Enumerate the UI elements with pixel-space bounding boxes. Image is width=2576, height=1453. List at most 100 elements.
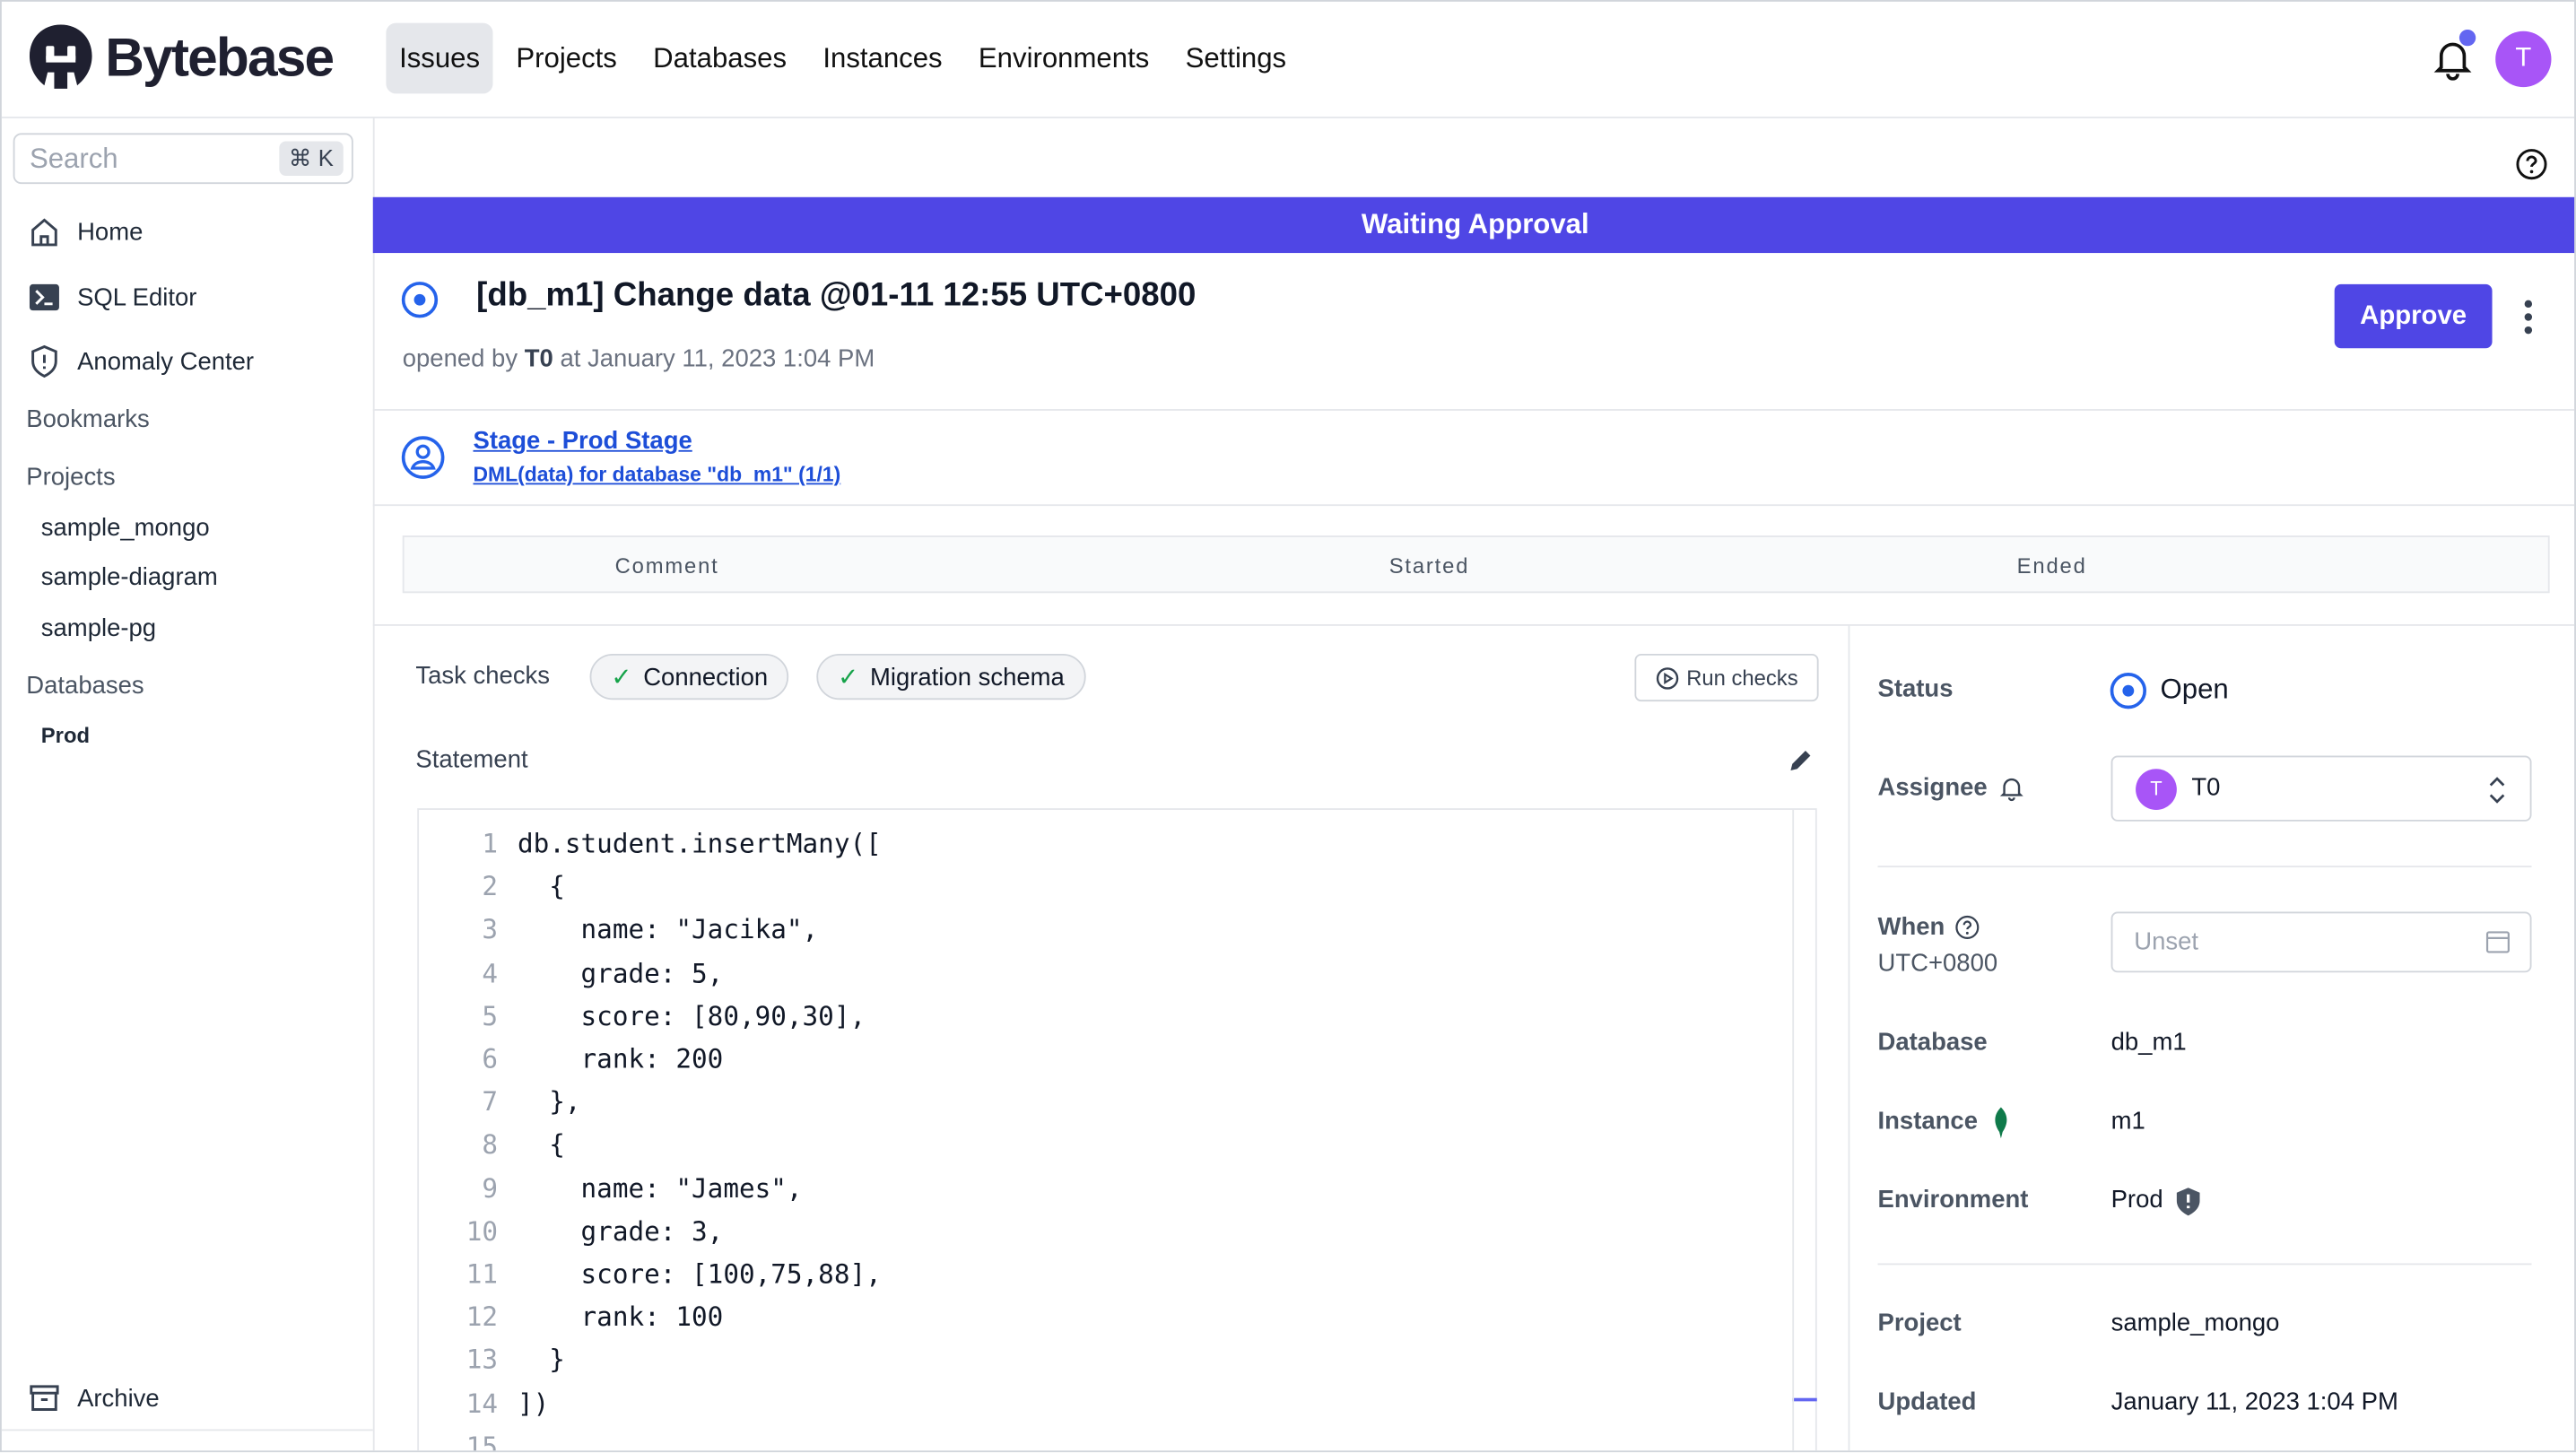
shield-alert-icon [2175,1188,2201,1223]
line-number: 8 [482,1129,498,1161]
when-timezone: UTC+0800 [1877,949,1998,978]
line-number: 5 [482,1000,498,1031]
opened-prefix: opened by [402,344,518,373]
stage-user-icon [401,435,445,488]
line-number: 10 [466,1215,498,1247]
divider [1,1429,373,1431]
edit-pencil-icon[interactable] [1786,746,1815,784]
assignee-label: Assignee [1877,773,1988,802]
line-number: 12 [466,1301,498,1333]
sidebar-project-item[interactable]: sample_mongo [41,514,210,542]
code-text: grade: 3, [517,1215,724,1247]
column-ended: Ended [2016,553,2087,579]
code-text: ]) [517,1387,550,1419]
project-label: Project [1877,1309,1962,1337]
help-icon[interactable] [2515,148,2548,189]
when-datetime-input[interactable]: Unset [2110,911,2532,973]
code-text: name: "James", [517,1172,803,1204]
sidebar: Search ⌘ K Home SQL Editor Anomaly Cente… [1,117,375,1451]
nav-settings[interactable]: Settings [1172,23,1300,94]
more-options-icon[interactable] [2519,298,2538,345]
code-text: score: [100,75,88], [517,1258,882,1290]
help-icon[interactable] [1955,915,1980,948]
sidebar-project-item[interactable]: sample-pg [41,614,156,642]
panel-divider [1848,624,1850,1451]
brand-name: Bytebase [105,26,335,88]
sidebar-item-archive[interactable]: Archive [28,1381,160,1414]
mongodb-leaf-icon [1991,1107,2011,1146]
approve-button[interactable]: Approve [2334,283,2493,349]
stage-link[interactable]: Stage - Prod Stage [474,427,692,455]
sidebar-project-item[interactable]: sample-diagram [41,563,218,591]
line-number: 4 [482,957,498,988]
statement-label: Statement [415,745,528,774]
sidebar-item-home[interactable]: Home [28,215,143,248]
search-shortcut: ⌘ K [278,141,344,176]
code-text: } [517,1344,565,1376]
line-number: 2 [482,871,498,902]
code-text: grade: 5, [517,957,724,988]
bytebase-logo-icon [29,24,92,89]
status-open-icon [2110,672,2147,718]
notification-bell-icon[interactable] [2433,29,2476,89]
search-input[interactable]: Search ⌘ K [13,133,353,185]
sidebar-item-anomaly-center[interactable]: Anomaly Center [28,344,255,378]
code-text: { [517,1129,565,1161]
archive-icon [30,1385,59,1411]
calendar-icon [2485,931,2510,953]
check-connection[interactable]: ✓ Connection [589,653,790,700]
project-value[interactable]: sample_mongo [2111,1309,2280,1337]
sidebar-item-label: SQL Editor [77,283,197,312]
notification-dot [2459,29,2476,47]
check-icon: ✓ [611,663,632,692]
nav-instances[interactable]: Instances [810,23,956,94]
check-migration-schema[interactable]: ✓ Migration schema [816,653,1086,700]
user-avatar[interactable]: T [2495,30,2552,88]
code-text: { [517,871,565,902]
statement-editor[interactable]: 1 db.student.insertMany([2 {3 name: "Jaci… [417,808,1817,1453]
line-number: 7 [482,1086,498,1118]
sidebar-item-label: Home [77,217,144,246]
divider [372,504,2575,507]
sidebar-item-label: Anomaly Center [77,347,255,376]
sidebar-item-sql-editor[interactable]: SQL Editor [28,281,196,314]
database-label: Database [1877,1028,1988,1057]
check-label: Connection [643,663,769,692]
when-placeholder: Unset [2134,927,2199,956]
app-window: Bytebase Issues Projects Databases Insta… [0,0,2576,1453]
status-label: Status [1877,674,1954,703]
issue-title[interactable]: [db_m1] Change data @01-11 12:55 UTC+080… [476,278,1196,316]
code-text: rank: 100 [517,1301,724,1333]
updated-label: Updated [1877,1388,1977,1416]
assignee-select[interactable]: T T0 [2110,755,2532,822]
editor-scrollbar[interactable] [1792,809,1795,1451]
line-number: 1 [482,828,498,859]
run-checks-button[interactable]: Run checks [1634,653,1819,702]
bell-ring-icon[interactable] [1997,774,2025,810]
environment-value[interactable]: Prod [2111,1186,2163,1214]
sidebar-database-item[interactable]: Prod [41,723,90,747]
nav-environments[interactable]: Environments [965,23,1162,94]
code-text: rank: 200 [517,1043,724,1075]
check-label: Migration schema [869,663,1065,692]
line-number: 6 [482,1043,498,1075]
status-banner: Waiting Approval [372,196,2575,254]
scroll-marker [1792,1397,1817,1402]
issue-creator: T0 [524,344,553,373]
divider [372,624,2575,626]
code-text: name: "Jacika", [517,914,819,945]
nav-databases[interactable]: Databases [640,23,800,94]
sidebar-item-label: Archive [77,1384,160,1413]
task-link[interactable]: DML(data) for database "db_m1" (1/1) [474,464,841,487]
search-placeholder: Search [29,143,118,175]
nav-issues[interactable]: Issues [386,22,493,94]
issue-opened-info: opened by T0 at January 11, 2023 1:04 PM [403,345,875,373]
instance-value[interactable]: m1 [2111,1107,2145,1135]
nav-projects[interactable]: Projects [503,23,631,94]
projects-heading: Projects [26,463,116,492]
database-value[interactable]: db_m1 [2111,1029,2187,1057]
updated-value: January 11, 2023 1:04 PM [2110,1388,2398,1416]
line-number: 15 [466,1430,498,1453]
logo[interactable]: Bytebase [26,23,335,92]
code-text: }, [517,1086,581,1118]
